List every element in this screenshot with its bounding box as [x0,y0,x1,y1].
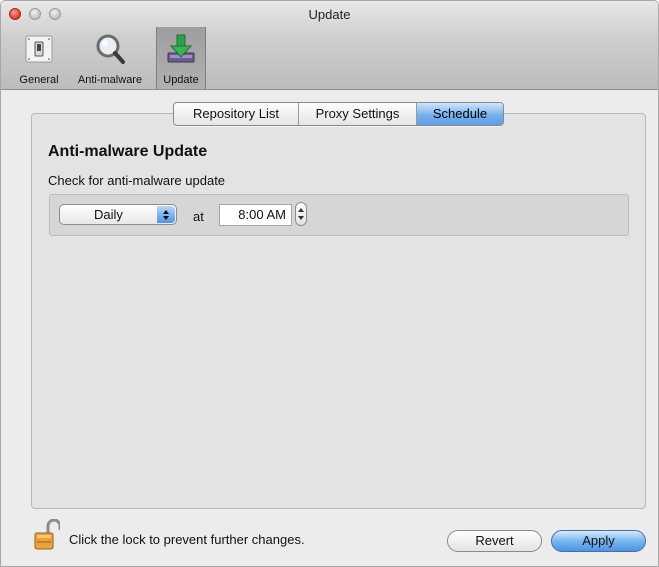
tab-schedule[interactable]: Schedule [417,103,503,125]
section-heading: Anti-malware Update [48,143,208,160]
title-bar: Update General Anti-malware Update [1,1,658,90]
apply-button[interactable]: Apply [551,530,646,552]
magnifier-icon [94,33,126,65]
tab-repository-list[interactable]: Repository List [174,103,299,125]
stepper-up-icon[interactable] [298,208,304,212]
at-label: at [193,209,204,224]
lock-icon[interactable] [34,518,62,551]
toolbar-label-anti-malware: Anti-malware [77,74,143,86]
window-title: Update [308,7,351,22]
popup-arrows-icon [157,206,175,223]
section-subtext: Check for anti-malware update [48,173,226,188]
lock-message: Click the lock to prevent further change… [69,532,305,547]
switch-icon [23,33,55,65]
toolbar-label-update: Update [163,74,199,86]
toolbar-label-general: General [19,74,59,86]
toolbar-item-anti-malware[interactable]: Anti-malware [69,27,151,89]
preferences-window: Update General Anti-malware Update Repos… [0,0,659,567]
time-stepper[interactable] [295,202,307,226]
tab-bar: Repository List Proxy Settings Schedule [173,102,504,126]
download-arrow-icon [165,33,197,65]
tab-proxy-settings[interactable]: Proxy Settings [299,103,417,125]
frequency-popup[interactable]: Daily [59,204,177,225]
revert-button[interactable]: Revert [447,530,542,552]
toolbar-item-update[interactable]: Update [156,27,206,89]
frequency-value: Daily [94,207,123,222]
toolbar-item-general[interactable]: General [14,27,64,89]
stepper-down-icon[interactable] [298,216,304,220]
time-field[interactable]: 8:00 AM [219,204,292,226]
